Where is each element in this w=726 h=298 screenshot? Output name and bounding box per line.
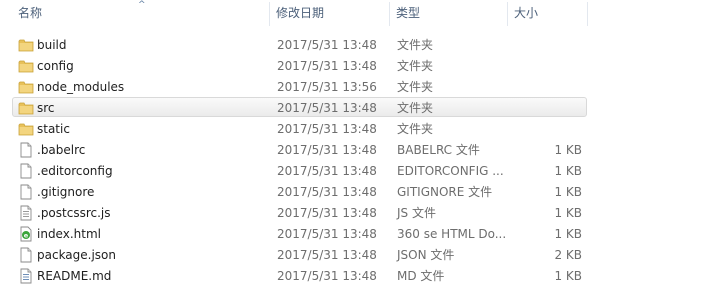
file-size: 1 KB: [554, 269, 582, 283]
list-item[interactable]: config 2017/5/31 13:48 文件夹: [12, 55, 587, 75]
file-type: JS 文件: [397, 206, 436, 220]
file-name: static: [37, 122, 70, 136]
file-size: [522, 56, 582, 76]
list-item[interactable]: .gitignore 2017/5/31 13:48 GITIGNORE 文件 …: [12, 181, 587, 201]
svg-text:e: e: [24, 231, 29, 239]
file-name: node_modules: [37, 80, 125, 94]
folder-icon: [18, 100, 34, 116]
file-name: src: [37, 101, 55, 115]
file-date: 2017/5/31 13:48: [277, 206, 377, 220]
file-type: EDITORCONFIG ...: [397, 164, 504, 178]
file-name: index.html: [37, 227, 101, 241]
column-header-date[interactable]: 修改日期: [270, 0, 390, 26]
column-header-name-label: 名称: [18, 6, 43, 20]
file-size: 1 KB: [554, 164, 582, 178]
file-name: .babelrc: [37, 143, 86, 157]
list-item[interactable]: build 2017/5/31 13:48 文件夹: [12, 34, 587, 54]
folder-icon: [18, 37, 34, 53]
file-type: 文件夹: [397, 38, 434, 52]
file-size: [522, 98, 582, 118]
list-item-selected[interactable]: src 2017/5/31 13:48 文件夹: [12, 97, 587, 117]
file-type: GITIGNORE 文件: [397, 185, 493, 199]
file-name: .gitignore: [37, 185, 95, 199]
file-date: 2017/5/31 13:48: [277, 38, 377, 52]
list-item[interactable]: .editorconfig 2017/5/31 13:48 EDITORCONF…: [12, 160, 587, 180]
file-size: 2 KB: [554, 248, 582, 262]
file-name: build: [37, 38, 67, 52]
file-name: README.md: [37, 269, 112, 283]
html-file-icon: e: [18, 226, 34, 242]
folder-icon: [18, 79, 34, 95]
file-size: 1 KB: [554, 185, 582, 199]
file-date: 2017/5/31 13:48: [277, 143, 377, 157]
file-icon: [18, 184, 34, 200]
file-name: config: [37, 59, 74, 73]
file-name: .postcssrc.js: [37, 206, 111, 220]
file-type: 文件夹: [397, 59, 434, 73]
script-file-icon: [18, 205, 34, 221]
sort-ascending-icon: ^: [138, 0, 146, 10]
list-item[interactable]: package.json 2017/5/31 13:48 JSON 文件 2 K…: [12, 244, 587, 264]
folder-icon: [18, 58, 34, 74]
file-date: 2017/5/31 13:56: [277, 80, 377, 94]
file-type: 文件夹: [397, 80, 434, 94]
file-type: 文件夹: [397, 122, 434, 136]
list-item[interactable]: static 2017/5/31 13:48 文件夹: [12, 118, 587, 138]
column-header-date-label: 修改日期: [276, 6, 325, 20]
list-item[interactable]: .postcssrc.js 2017/5/31 13:48 JS 文件 1 KB: [12, 202, 587, 222]
list-item[interactable]: README.md 2017/5/31 13:48 MD 文件 1 KB: [12, 265, 587, 285]
file-date: 2017/5/31 13:48: [277, 269, 377, 283]
file-size: 1 KB: [554, 206, 582, 220]
list-item[interactable]: e index.html 2017/5/31 13:48 360 se HTML…: [12, 223, 587, 243]
file-size: [522, 119, 582, 139]
file-size: [522, 35, 582, 55]
file-icon: [18, 142, 34, 158]
file-type: JSON 文件: [397, 248, 455, 262]
file-type: MD 文件: [397, 269, 445, 283]
file-type: 360 se HTML Do...: [397, 227, 507, 241]
file-type: BABELRC 文件: [397, 143, 480, 157]
text-file-icon: [18, 268, 34, 284]
list-item[interactable]: .babelrc 2017/5/31 13:48 BABELRC 文件 1 KB: [12, 139, 587, 159]
file-date: 2017/5/31 13:48: [277, 122, 377, 136]
file-size: 1 KB: [554, 227, 582, 241]
file-date: 2017/5/31 13:48: [277, 164, 377, 178]
file-name: package.json: [37, 248, 117, 262]
file-icon: [18, 163, 34, 179]
file-icon: [18, 247, 34, 263]
column-header-type-label: 类型: [396, 6, 421, 20]
file-size: [522, 77, 582, 97]
file-date: 2017/5/31 13:48: [277, 185, 377, 199]
file-date: 2017/5/31 13:48: [277, 248, 377, 262]
column-header-size-label: 大小: [514, 6, 539, 20]
file-name: .editorconfig: [37, 164, 113, 178]
file-size: 1 KB: [554, 143, 582, 157]
column-header-size[interactable]: 大小: [508, 0, 588, 26]
file-type: 文件夹: [397, 101, 434, 115]
folder-icon: [18, 121, 34, 137]
column-header-bar: 名称 ^ 修改日期 类型 大小: [0, 0, 726, 26]
file-date: 2017/5/31 13:48: [277, 59, 377, 73]
file-date: 2017/5/31 13:48: [277, 101, 377, 115]
file-date: 2017/5/31 13:48: [277, 227, 377, 241]
list-item[interactable]: node_modules 2017/5/31 13:56 文件夹: [12, 76, 587, 96]
column-header-type[interactable]: 类型: [390, 0, 508, 26]
